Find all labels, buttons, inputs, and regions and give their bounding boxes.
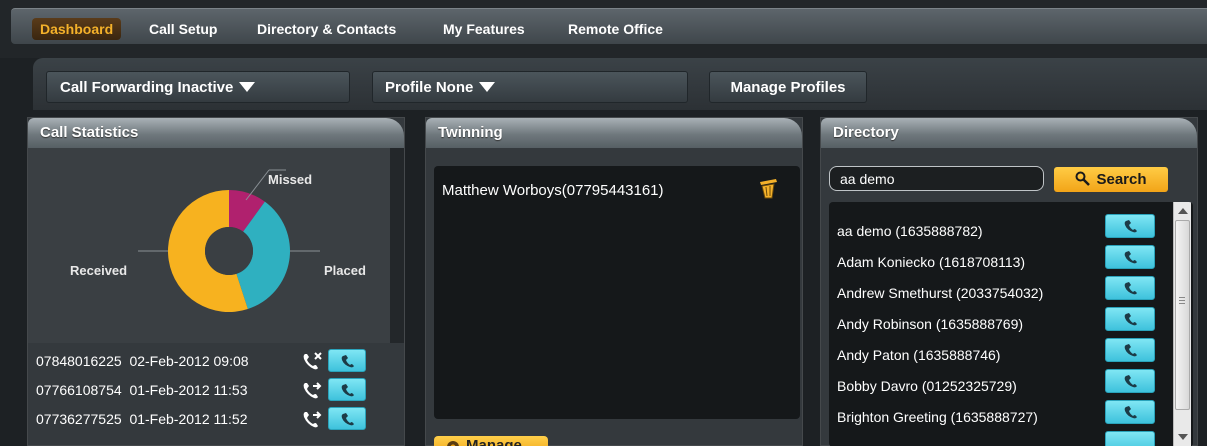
chevron-down-icon <box>239 81 256 92</box>
directory-title: Directory <box>821 118 1197 148</box>
call-datetime: 01-Feb-2012 11:53 <box>129 382 248 398</box>
missed-leader-line <box>245 169 270 201</box>
nav-remote-office[interactable]: Remote Office <box>568 18 663 40</box>
twinning-title: Twinning <box>426 118 802 148</box>
phone-icon <box>341 384 354 397</box>
list-item: Brighton Greeting (1635888727) <box>837 409 1038 425</box>
list-item: aa demo (1635888782) <box>837 223 983 239</box>
gear-icon <box>447 441 459 446</box>
list-item: Bobby Davro (01252325729) <box>837 378 1017 394</box>
grip-icon <box>1179 297 1185 298</box>
call-button[interactable] <box>1105 400 1155 424</box>
call-datetime: 02-Feb-2012 09:08 <box>129 353 249 369</box>
phone-icon <box>1124 313 1137 326</box>
phone-icon <box>341 413 354 426</box>
list-item: Andy Robinson (1635888769) <box>837 316 1024 332</box>
directory-panel: Directory Search aa demo (1635888782) Ad… <box>820 117 1198 446</box>
pie-label-missed: Missed <box>268 172 313 187</box>
directory-list: aa demo (1635888782) Adam Koniecko (1618… <box>829 202 1193 446</box>
search-label: Search <box>1096 171 1147 188</box>
directory-scrollbar[interactable] <box>1173 202 1191 446</box>
top-bar: Dashboard Call Setup Directory & Contact… <box>0 0 1207 58</box>
manage-button[interactable]: Manage <box>434 436 548 446</box>
call-forwarding-dropdown[interactable]: Call Forwarding Inactive <box>46 71 350 103</box>
call-statistics-chart: Missed Placed Received <box>28 148 404 343</box>
nav-dashboard[interactable]: Dashboard <box>32 18 122 40</box>
phone-icon <box>1124 251 1137 264</box>
pie-chart <box>138 169 320 312</box>
search-button[interactable]: Search <box>1054 167 1168 192</box>
scroll-up-icon[interactable] <box>1178 208 1188 214</box>
scroll-down-icon[interactable] <box>1178 434 1188 440</box>
call-button[interactable] <box>1105 431 1155 446</box>
nav-call-setup[interactable]: Call Setup <box>149 18 217 40</box>
call-number: 07766108754 <box>36 382 122 398</box>
phone-icon <box>1124 344 1137 357</box>
call-number: 07736277525 <box>36 411 122 427</box>
call-row: 07766108754 01-Feb-2012 11:53 <box>36 377 396 403</box>
call-statistics-panel: Call Statistics Missed Placed Received 0… <box>27 117 405 446</box>
call-button[interactable] <box>1105 307 1155 331</box>
call-statistics-title: Call Statistics <box>28 118 404 148</box>
phone-icon <box>341 355 354 368</box>
donut-hole <box>205 227 253 275</box>
placed-call-icon <box>303 382 322 399</box>
call-statistics-body: Missed Placed Received 07848016225 02-Fe… <box>28 148 404 446</box>
call-button[interactable] <box>1105 369 1155 393</box>
call-back-button[interactable] <box>328 407 366 430</box>
main-nav: Dashboard Call Setup Directory & Contact… <box>11 8 1207 44</box>
manage-profiles-button[interactable]: Manage Profiles <box>709 71 867 103</box>
search-icon <box>1075 171 1091 186</box>
profile-dropdown[interactable]: Profile None <box>372 71 688 103</box>
pie-label-received: Received <box>70 263 128 278</box>
pie-label-placed: Placed <box>324 263 366 278</box>
nav-my-features[interactable]: My Features <box>443 18 525 40</box>
call-button[interactable] <box>1105 338 1155 362</box>
call-row: 07848016225 02-Feb-2012 09:08 <box>36 348 396 374</box>
trash-icon[interactable] <box>757 176 779 200</box>
call-row: 07736277525 01-Feb-2012 11:52 <box>36 406 396 432</box>
list-item: Adam Koniecko (1618708113) <box>837 254 1026 270</box>
twinning-entry: Matthew Worboys(07795443161) <box>442 182 664 199</box>
manage-label: Manage <box>466 437 522 446</box>
directory-search-input[interactable] <box>829 166 1044 191</box>
list-item: Andy Paton (1635888746) <box>837 347 1001 363</box>
call-forwarding-label: Call Forwarding Inactive <box>60 79 234 96</box>
call-number: 07848016225 <box>36 353 122 369</box>
twinning-list: Matthew Worboys(07795443161) <box>434 166 800 419</box>
list-item: Andrew Smethurst (2033754032) <box>837 285 1044 301</box>
phone-icon <box>1124 375 1137 388</box>
chart-scrollbar[interactable] <box>390 148 404 343</box>
call-button[interactable] <box>1105 276 1155 300</box>
twinning-panel: Twinning Matthew Worboys(07795443161) Ma… <box>425 117 803 446</box>
phone-icon <box>1124 406 1137 419</box>
call-button[interactable] <box>1105 245 1155 269</box>
missed-call-icon <box>303 352 322 370</box>
chevron-down-icon <box>479 81 496 92</box>
nav-directory-contacts[interactable]: Directory & Contacts <box>257 18 396 40</box>
phone-icon <box>1124 220 1137 233</box>
scroll-thumb[interactable] <box>1175 220 1190 410</box>
phone-icon <box>1124 282 1137 295</box>
call-datetime: 01-Feb-2012 11:52 <box>129 411 248 427</box>
call-button[interactable] <box>1105 214 1155 238</box>
call-back-button[interactable] <box>328 349 366 372</box>
placed-call-icon <box>303 411 322 428</box>
call-back-button[interactable] <box>328 378 366 401</box>
profile-label: Profile None <box>385 79 474 96</box>
